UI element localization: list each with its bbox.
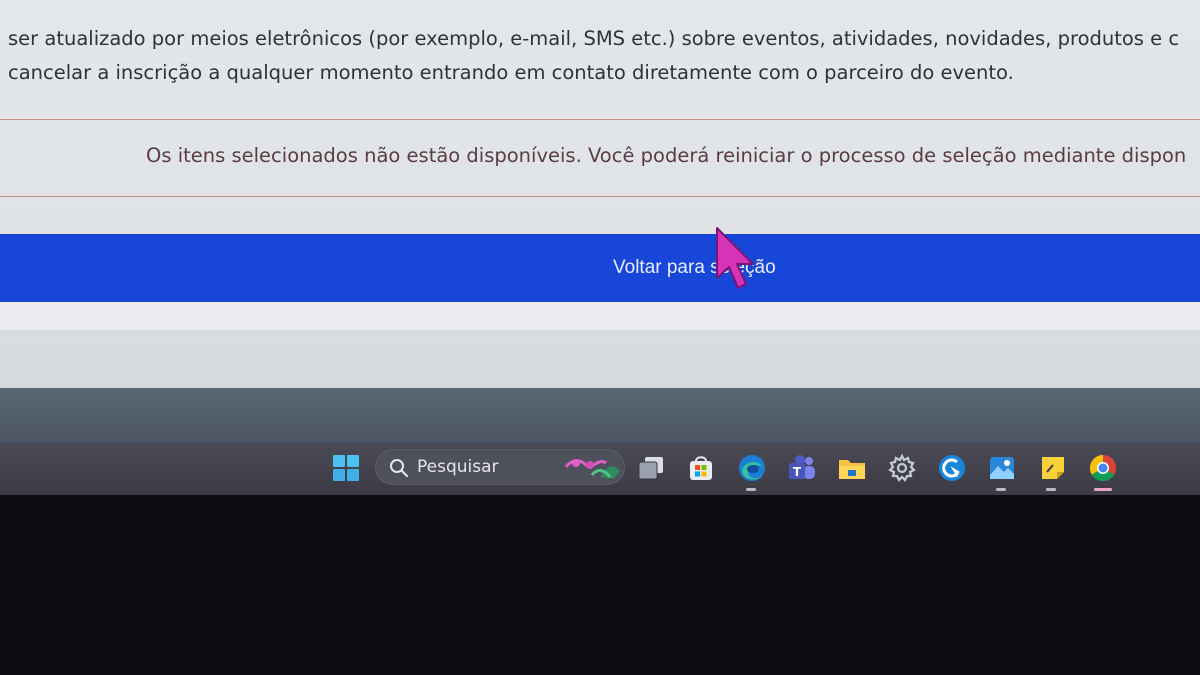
edge-icon[interactable]: [737, 453, 767, 483]
divider: [0, 196, 1200, 197]
web-page: ser atualizado por meios eletrônicos (po…: [0, 0, 1200, 388]
photos-icon[interactable]: [987, 453, 1017, 483]
search-placeholder: Pesquisar: [417, 457, 499, 477]
running-indicator: [1046, 488, 1056, 491]
mouse-pointer-icon: [716, 227, 754, 289]
taskbar-search-box[interactable]: Pesquisar: [375, 449, 625, 485]
chrome-icon[interactable]: [1088, 453, 1118, 483]
monitor-screen: ser atualizado por meios eletrônicos (po…: [0, 0, 1200, 495]
windows-start-icon[interactable]: [331, 453, 361, 483]
back-to-selection-button[interactable]: Voltar para seleção: [0, 234, 1200, 302]
desk-background: [0, 495, 1200, 675]
sticky-notes-icon[interactable]: [1038, 453, 1068, 483]
marketing-consent-text: ser atualizado por meios eletrônicos (po…: [8, 22, 1198, 90]
quick-assist-icon[interactable]: [937, 453, 967, 483]
teams-icon[interactable]: T: [787, 453, 817, 483]
search-highlight-illustration-icon: [564, 459, 620, 479]
unavailable-items-notice: Os itens selecionados não estão disponív…: [146, 144, 1187, 167]
running-indicator: [746, 488, 756, 491]
search-icon: [390, 459, 409, 478]
taskbar: Pesquisar T: [0, 443, 1200, 495]
settings-icon[interactable]: [887, 453, 917, 483]
divider: [0, 119, 1200, 120]
microsoft-store-icon[interactable]: [686, 453, 716, 483]
running-indicator: [996, 488, 1006, 491]
consent-line-1: ser atualizado por meios eletrônicos (po…: [8, 27, 1180, 50]
active-app-indicator: [1094, 488, 1112, 491]
file-explorer-icon[interactable]: [837, 453, 867, 483]
page-footer-space: [0, 302, 1200, 330]
svg-text:T: T: [793, 465, 802, 479]
screen-bottom-area: [0, 388, 1200, 443]
consent-line-2: cancelar a inscrição a qualquer momento …: [8, 61, 1014, 84]
task-view-icon[interactable]: [636, 453, 666, 483]
